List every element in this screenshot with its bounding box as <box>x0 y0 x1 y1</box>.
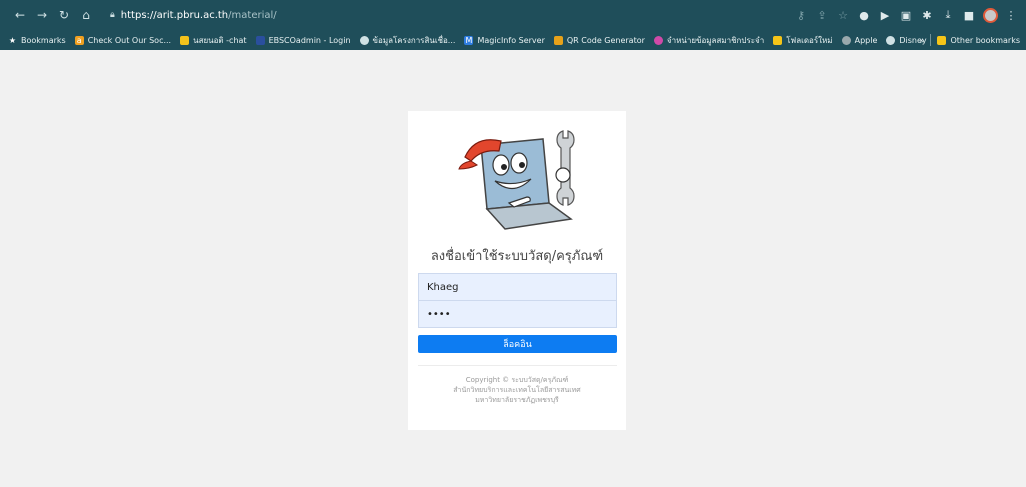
copyright-footer: Copyright © ระบบวัสดุ/ครุภัณฑ์ สำนักวิทย… <box>408 375 626 405</box>
home-icon[interactable]: ⌂ <box>76 5 96 25</box>
other-bookmarks[interactable]: Other bookmarks <box>950 36 1020 45</box>
qr-icon <box>553 35 563 45</box>
url-path: /material/ <box>228 9 277 21</box>
download-icon[interactable]: ⤓ <box>939 5 957 25</box>
bookmark-item[interactable]: นสยนอติ -chat <box>180 34 247 47</box>
folder-icon <box>937 35 947 45</box>
bookmarks-bar: ★ Bookmarks a Check Out Our Soc... นสยนอติ… <box>0 30 1026 50</box>
folder-icon <box>773 35 783 45</box>
globe-icon <box>359 35 369 45</box>
globe-icon <box>886 35 896 45</box>
ebsco-icon <box>255 35 265 45</box>
menu-icon[interactable]: ⋮ <box>1002 5 1020 25</box>
puzzle-icon[interactable]: ✱ <box>918 5 936 25</box>
toolbar-actions: ⚷ ⇪ ☆ ● ▶ ▣ ✱ ⤓ ■ ⋮ <box>789 5 1020 25</box>
bookmarks-overflow: » Other bookmarks <box>920 30 1020 50</box>
extension-icon[interactable]: ● <box>855 5 873 25</box>
address-bar[interactable]: 🔒︎ https://arit.pbru.ac.th /material/ <box>104 4 864 26</box>
overflow-chevron-icon[interactable]: » <box>920 36 925 45</box>
extension-icon[interactable]: ▣ <box>897 5 915 25</box>
login-title: ลงชื่อเข้าใช้ระบบวัสดุ/ครุภัณฑ์ <box>430 249 604 264</box>
amazon-icon: a <box>74 35 84 45</box>
url-host: https://arit.pbru.ac.th <box>120 9 229 21</box>
forward-arrow-icon[interactable]: → <box>32 5 52 25</box>
bookmark-item[interactable]: Apple <box>841 35 877 45</box>
divider <box>418 365 617 366</box>
bookmark-item[interactable]: M MagicInfo Server <box>464 35 545 45</box>
browser-toolbar: ← → ↻ ⌂ 🔒︎ https://arit.pbru.ac.th /mate… <box>0 0 1026 30</box>
profile-avatar[interactable] <box>981 5 999 25</box>
bookmark-item[interactable]: QR Code Generator <box>553 35 645 45</box>
bookmark-star-icon[interactable]: ☆ <box>834 5 852 25</box>
share-icon[interactable]: ⇪ <box>813 5 831 25</box>
sidepanel-icon[interactable]: ■ <box>960 5 978 25</box>
laptop-mascot-illustration <box>458 130 575 230</box>
bookmark-item[interactable]: a Check Out Our Soc... <box>74 35 171 45</box>
login-button[interactable]: ล็อคอิน <box>418 335 617 353</box>
app-icon <box>653 35 663 45</box>
key-icon[interactable]: ⚷ <box>792 5 810 25</box>
bookmark-item[interactable]: ★ Bookmarks <box>8 36 66 45</box>
chat-icon <box>180 35 190 45</box>
bookmark-item[interactable]: EBSCOadmin - Login <box>255 35 351 45</box>
bookmark-item[interactable]: โฟลเดอร์ใหม่ <box>773 34 833 47</box>
username-value: Khaeg <box>427 281 459 293</box>
password-field[interactable]: •••• <box>418 300 617 328</box>
divider <box>930 34 932 46</box>
extension-icon[interactable]: ▶ <box>876 5 894 25</box>
magicinfo-icon: M <box>464 35 474 45</box>
reload-icon[interactable]: ↻ <box>54 5 74 25</box>
password-value: •••• <box>427 308 451 320</box>
apple-icon <box>841 35 851 45</box>
bookmark-item[interactable]: ข้อมูลโครงการสินเชื่อ... <box>359 34 455 47</box>
username-field[interactable]: Khaeg <box>418 273 617 301</box>
lock-icon: 🔒︎ <box>110 10 115 20</box>
login-card: ลงชื่อเข้าใช้ระบบวัสดุ/ครุภัณฑ์ Khaeg ••… <box>408 111 626 430</box>
star-icon: ★ <box>8 35 17 45</box>
bookmark-item[interactable]: จำหน่ายข้อมูลสมาชิกประจำ <box>653 34 764 47</box>
footer-line: Copyright © ระบบวัสดุ/ครุภัณฑ์ <box>465 376 569 384</box>
footer-line: สำนักวิทยบริการและเทคโนโลยีสารสนเทศ <box>453 386 581 394</box>
back-arrow-icon[interactable]: ← <box>10 5 30 25</box>
footer-line: มหาวิทยาลัยราชภัฏเพชรบุรี <box>475 396 559 404</box>
